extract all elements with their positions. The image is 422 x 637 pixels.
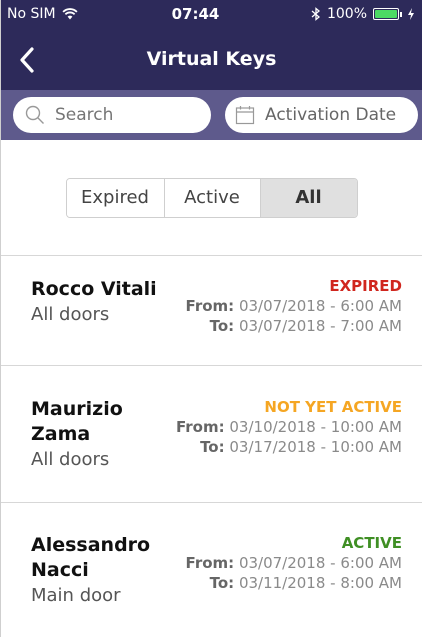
key-from: From: 03/07/2018 - 6:00 AM <box>186 553 402 573</box>
virtual-keys-screen: No SIM 07:44 100% Virtual Keys Search Ac… <box>0 0 422 637</box>
key-list-item[interactable]: Rocco Vitali All doors EXPIRED From: 03/… <box>1 256 422 366</box>
bluetooth-icon <box>311 7 320 21</box>
key-list: Rocco Vitali All doors EXPIRED From: 03/… <box>1 256 422 637</box>
back-button[interactable] <box>13 46 41 74</box>
status-filter-segment: Expired Active All <box>65 177 358 218</box>
filter-active-button[interactable]: Active <box>164 178 261 217</box>
search-row: Activation Date <box>1 90 422 140</box>
key-info: Rocco Vitali All doors <box>31 277 157 365</box>
header: No SIM 07:44 100% Virtual Keys Search Ac… <box>1 0 422 140</box>
to-value: 03/11/2018 - 8:00 AM <box>238 574 402 592</box>
calendar-icon <box>235 106 255 125</box>
key-from: From: 03/10/2018 - 10:00 AM <box>176 417 402 437</box>
key-status-badge: NOT YET ACTIVE <box>264 398 402 416</box>
key-info: Maurizio Zama All doors <box>31 397 123 502</box>
key-status-badge: EXPIRED <box>329 277 402 295</box>
status-left: No SIM <box>7 6 127 22</box>
status-time: 07:44 <box>171 5 220 23</box>
key-validity: NOT YET ACTIVE From: 03/10/2018 - 10:00 … <box>176 397 402 502</box>
battery-percent: 100% <box>326 6 367 22</box>
from-value: 03/10/2018 - 10:00 AM <box>229 418 402 436</box>
key-doors: All doors <box>31 304 110 325</box>
key-info: Alessandro Nacci Main door <box>31 533 150 637</box>
activation-date-button[interactable]: Activation Date <box>225 97 418 133</box>
key-holder-name: Rocco Vitali <box>31 278 157 300</box>
from-label: From: <box>175 418 225 436</box>
key-status-badge: ACTIVE <box>341 534 402 552</box>
nav-bar: Virtual Keys <box>1 28 422 90</box>
key-holder-name-line2: Nacci <box>31 559 89 581</box>
key-from: From: 03/07/2018 - 6:00 AM <box>186 296 402 316</box>
to-value: 03/07/2018 - 7:00 AM <box>238 317 402 335</box>
charging-icon <box>408 8 414 20</box>
activation-date-label: Activation Date <box>265 105 397 125</box>
key-doors: Main door <box>31 585 121 606</box>
from-label: From: <box>185 554 235 572</box>
from-value: 03/07/2018 - 6:00 AM <box>238 297 402 315</box>
filter-all-button[interactable]: All <box>260 178 357 217</box>
battery-icon <box>373 8 402 20</box>
chevron-left-icon <box>20 47 34 73</box>
to-label: To: <box>209 574 235 592</box>
wifi-icon <box>62 8 78 20</box>
key-to: To: 03/11/2018 - 8:00 AM <box>210 573 402 593</box>
key-list-item[interactable]: Maurizio Zama All doors NOT YET ACTIVE F… <box>1 366 422 503</box>
to-label: To: <box>209 317 235 335</box>
status-right: 100% <box>264 6 414 22</box>
status-bar: No SIM 07:44 100% <box>1 0 422 28</box>
search-input[interactable] <box>55 105 175 125</box>
filter-area: Expired Active All <box>1 140 422 256</box>
to-value: 03/17/2018 - 10:00 AM <box>229 438 402 456</box>
key-validity: EXPIRED From: 03/07/2018 - 6:00 AM To: 0… <box>186 277 402 365</box>
carrier-label: No SIM <box>7 6 56 22</box>
search-box[interactable] <box>13 97 211 133</box>
key-holder-name-line1: Alessandro <box>31 534 151 556</box>
page-title: Virtual Keys <box>146 48 277 70</box>
to-label: To: <box>200 438 225 456</box>
from-value: 03/07/2018 - 6:00 AM <box>238 554 402 572</box>
key-to: To: 03/17/2018 - 10:00 AM <box>200 437 402 457</box>
key-holder-name-line1: Maurizio <box>31 398 123 420</box>
key-list-item[interactable]: Alessandro Nacci Main door ACTIVE From: … <box>1 503 422 637</box>
filter-expired-button[interactable]: Expired <box>66 178 165 217</box>
key-doors: All doors <box>31 449 110 470</box>
key-holder-name-line2: Zama <box>31 423 91 445</box>
from-label: From: <box>185 297 235 315</box>
search-icon <box>25 105 44 124</box>
key-validity: ACTIVE From: 03/07/2018 - 6:00 AM To: 03… <box>186 533 402 637</box>
key-to: To: 03/07/2018 - 7:00 AM <box>210 316 402 336</box>
